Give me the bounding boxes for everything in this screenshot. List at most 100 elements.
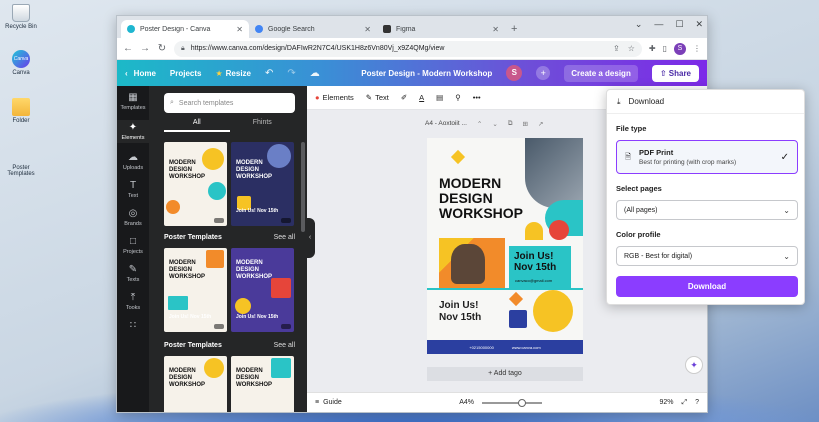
tab-title: Figma	[396, 25, 416, 33]
chevron-down-icon[interactable]: ⌄	[635, 19, 643, 30]
help-icon[interactable]: ?	[695, 399, 699, 406]
rail-item-elements[interactable]: ✦ Elements	[117, 120, 149, 143]
see-all-link[interactable]: See all	[274, 342, 295, 349]
add-collaborator-icon[interactable]: +	[536, 66, 551, 80]
template-thumbnail[interactable]: MODERN DESIGN WORKSHOP Join Us! Nov 15th	[231, 142, 294, 226]
select-pages-value: (All pages)	[624, 206, 658, 214]
join-box[interactable]: Join Us! Nov 15th canvaco@gmail.com	[509, 246, 571, 288]
page-indicator[interactable]: A4%	[459, 399, 474, 406]
file-type-select[interactable]: 🗎︎ PDF Print Best for printing (with cro…	[616, 140, 798, 174]
home-button[interactable]: ‹ Home	[125, 69, 156, 78]
close-window-icon[interactable]: ✕	[695, 19, 703, 30]
pen-icon: ✎	[365, 93, 373, 102]
templates-panel: ⌕ Search templates All Fhints MODERN DES…	[149, 86, 307, 412]
duplicate-page-icon[interactable]: ⧉	[508, 120, 513, 128]
profile-avatar[interactable]: S	[674, 42, 686, 55]
thumb-title: MODERN DESIGN WORKSHOP	[169, 160, 205, 180]
yellow-shape	[525, 222, 543, 240]
rail-item-texts[interactable]: ✎ Texts	[117, 264, 149, 283]
rail-item-projects[interactable]: □ Projects	[117, 236, 149, 255]
address-bar[interactable]: 🔒︎ https://www.canva.com/design/DAFIwR2N…	[174, 40, 642, 57]
fullscreen-icon[interactable]: ⤢	[682, 399, 688, 407]
rail-item-apps[interactable]: ∷	[117, 320, 149, 333]
zoom-level[interactable]: 92%	[659, 399, 673, 406]
forward-icon[interactable]: →	[140, 43, 150, 54]
sidepanel-icon[interactable]: ▯	[663, 44, 667, 53]
chevron-down-icon[interactable]: ⌄	[492, 120, 497, 128]
desktop-icon-poster-templates[interactable]: Poster Templates	[4, 145, 150, 215]
close-tab-icon[interactable]: ✕	[236, 25, 243, 34]
redo-icon[interactable]: ↷	[287, 68, 295, 79]
template-thumbnail[interactable]: MODERN DESIGN WORKSHOP	[164, 142, 227, 226]
text-tool[interactable]: ✎ Text	[366, 93, 389, 102]
resize-button[interactable]: Resize	[215, 69, 251, 78]
thumb-title: MODERN DESIGN WORKSHOP	[236, 160, 272, 180]
close-tab-icon[interactable]: ✕	[364, 25, 371, 34]
magic-assistant-icon[interactable]: ✦	[685, 356, 703, 374]
collapse-panel-button[interactable]: ‹	[305, 218, 315, 258]
zoom-slider[interactable]	[482, 398, 543, 407]
menu-icon[interactable]: ⋮	[693, 44, 701, 53]
join-text-bottom[interactable]: Join Us! Nov 15th	[439, 300, 499, 324]
add-page-icon[interactable]: ⊞	[522, 120, 527, 128]
template-thumbnail[interactable]: MODERN DESIGN WORKSHOP Join Us! Nov 15th	[231, 248, 294, 332]
document-title[interactable]: Poster Design - Modern Workshop	[361, 69, 492, 78]
browser-tab-canva[interactable]: Poster Design - Canva ✕	[121, 20, 249, 38]
expand-icon[interactable]: ↗	[538, 120, 543, 128]
url-text: https://www.canva.com/design/DAFIwR2N7C4…	[190, 45, 445, 52]
avatar[interactable]: S	[506, 65, 523, 81]
desktop-icon-folder[interactable]: Folder	[4, 98, 38, 124]
download-icon: ⤓	[617, 96, 621, 106]
desktop-icon-recycle-bin[interactable]: Recycle Bin	[4, 4, 38, 30]
close-tab-icon[interactable]: ✕	[492, 25, 499, 34]
color-profile-dropdown[interactable]: RGB - Best for digital) ⌄	[616, 246, 798, 266]
reload-icon[interactable]: ↻	[157, 43, 167, 54]
star-icon[interactable]: ☆	[628, 44, 635, 53]
share-icon[interactable]: ⇪	[613, 44, 620, 53]
download-button[interactable]: Download	[616, 276, 798, 297]
rail-item-uploads[interactable]: ☁ Uploads	[117, 152, 149, 171]
extensions-icon[interactable]: ✚	[649, 44, 656, 53]
template-thumbnail[interactable]: MODERN DESIGN WORKSHOP	[231, 356, 294, 412]
maximize-icon[interactable]: ☐	[675, 19, 683, 30]
font-color-icon[interactable]: A	[419, 93, 424, 102]
guide-button[interactable]: ≡ Guide	[315, 399, 342, 406]
new-tab-button[interactable]: +	[505, 20, 523, 38]
rail-item-tools[interactable]: ⤒ Tooks	[117, 292, 149, 311]
undo-icon[interactable]: ↶	[265, 68, 273, 79]
thumb-shape	[271, 278, 291, 298]
tab-fhints[interactable]: Fhints	[230, 119, 296, 132]
back-icon[interactable]: ←	[123, 43, 133, 54]
zoom-slider-knob[interactable]	[518, 398, 527, 407]
chevron-up-icon[interactable]: ⌃	[477, 120, 482, 128]
thumb-title: MODERN DESIGN WORKSHOP	[169, 260, 205, 280]
desktop-icon-canva[interactable]: Canva Canva	[4, 50, 38, 76]
diamond-shape	[508, 291, 524, 307]
create-design-button[interactable]: Create a design	[564, 64, 638, 82]
browser-tab-figma[interactable]: Figma ✕	[377, 20, 505, 38]
paint-icon[interactable]: ✐	[401, 93, 407, 102]
rail-item-templates[interactable]: ▦ Templates	[117, 92, 149, 111]
see-all-link[interactable]: See all	[274, 234, 295, 241]
projects-button[interactable]: Projects	[170, 69, 202, 78]
poster-title[interactable]: MODERN DESIGN WORKSHOP	[439, 176, 535, 221]
rail-item-text[interactable]: T Text	[117, 180, 149, 199]
poster-canvas[interactable]: MODERN DESIGN WORKSHOP Join Us! Nov 15th…	[427, 138, 583, 354]
comment-icon[interactable]: ▤	[436, 93, 443, 102]
template-thumbnail[interactable]: MODERN DESIGN WORKSHOP	[164, 356, 227, 412]
rail-item-brands[interactable]: ◎ Brands	[117, 208, 149, 227]
tab-title: Poster Design - Canva	[140, 25, 211, 33]
more-icon[interactable]: •••	[473, 93, 481, 102]
brand-icon: ◎	[128, 208, 138, 219]
tab-all[interactable]: All	[164, 119, 230, 132]
share-button[interactable]: ⇧ Share	[651, 64, 699, 82]
template-thumbnail[interactable]: MODERN DESIGN WORKSHOP Join Us! Nov 15th	[164, 248, 227, 332]
elements-tool[interactable]: ● Elements	[315, 93, 354, 102]
minimize-icon[interactable]: —	[654, 19, 663, 30]
search-input[interactable]: ⌕ Search templates	[164, 93, 295, 113]
filter-icon[interactable]: ⚲	[455, 93, 461, 102]
select-pages-dropdown[interactable]: (All pages) ⌄	[616, 200, 798, 220]
page-label[interactable]: A4 - Aoxtoiit ...	[425, 120, 467, 128]
browser-tab-google[interactable]: Google Search ✕	[249, 20, 377, 38]
add-tag-button[interactable]: + Add tago	[427, 367, 583, 381]
